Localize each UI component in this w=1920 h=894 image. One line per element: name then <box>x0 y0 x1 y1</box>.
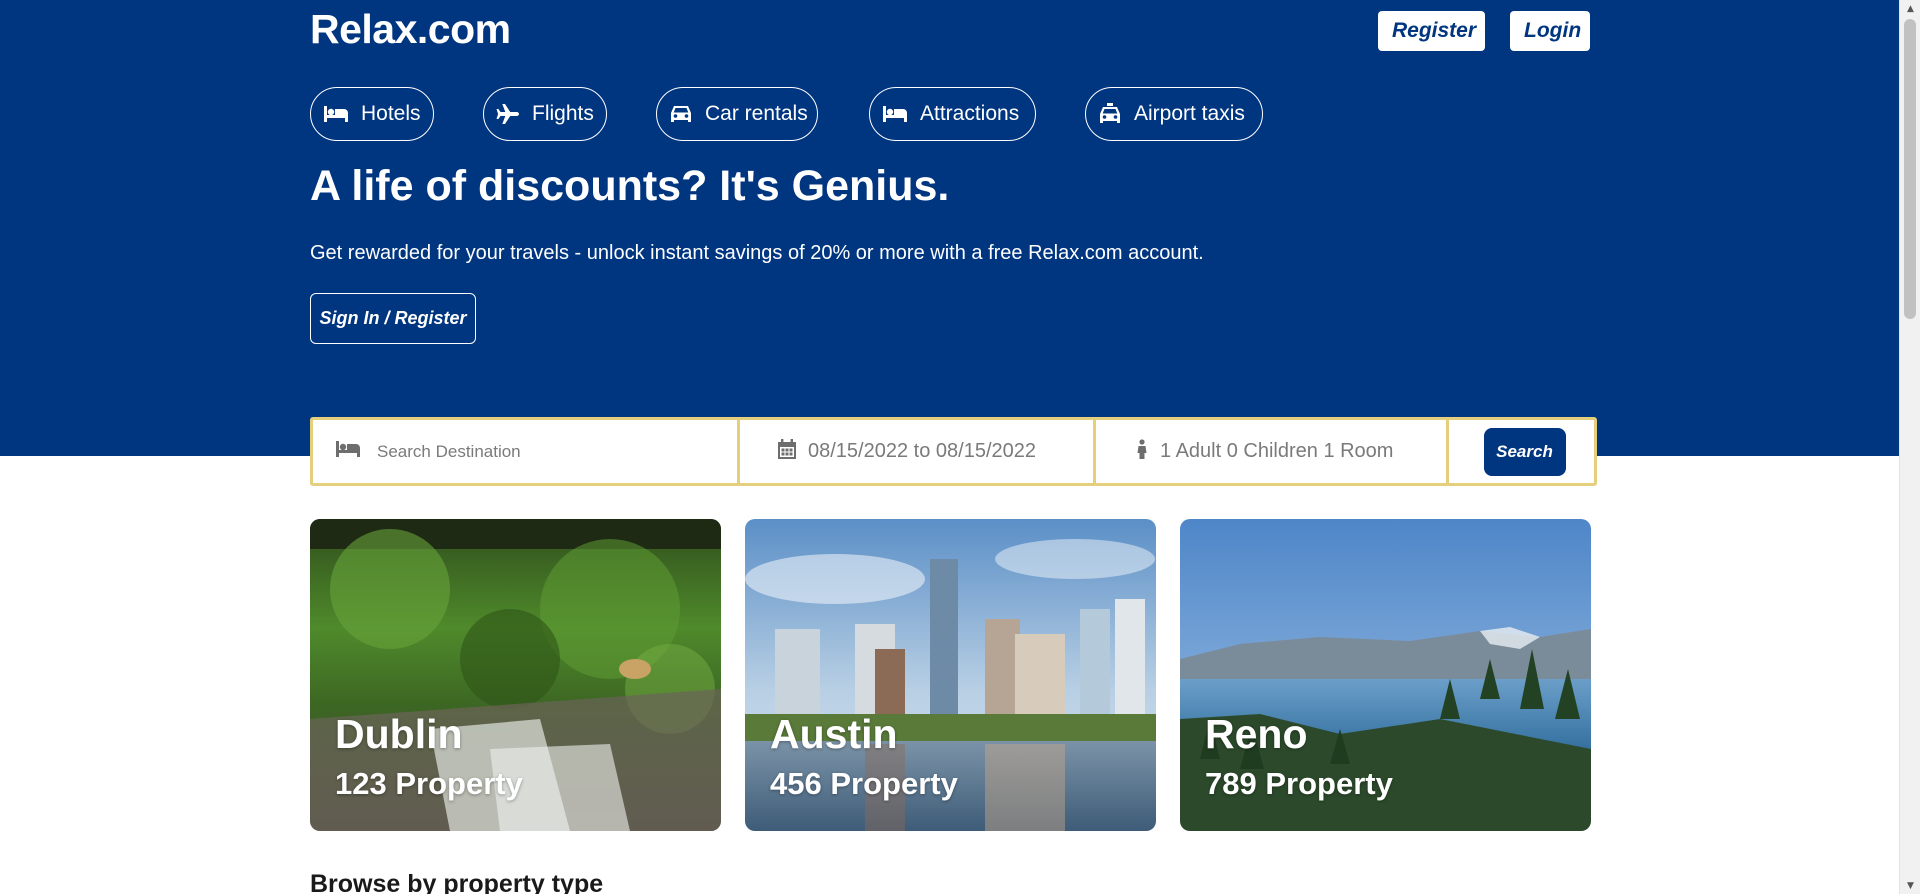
destination-card-reno[interactable]: Reno 789 Property <box>1180 519 1591 831</box>
calendar-icon <box>778 439 796 464</box>
destination-card-dublin[interactable]: Dublin 123 Property <box>310 519 721 831</box>
nav-item-car-rentals[interactable]: Car rentals <box>656 87 818 141</box>
register-button[interactable]: Register <box>1378 11 1485 51</box>
scroll-up-arrow-icon[interactable]: ▲ <box>1900 0 1920 17</box>
scroll-down-arrow-icon[interactable]: ▼ <box>1900 877 1920 894</box>
destination-input[interactable] <box>375 440 715 463</box>
vertical-scrollbar[interactable]: ▲ ▼ <box>1899 0 1920 894</box>
page: Relax.com Register Login Hotels Flights <box>0 0 1920 894</box>
guests-field[interactable]: 1 Adult 0 Children 1 Room <box>1096 420 1449 483</box>
nav-item-attractions[interactable]: Attractions <box>869 87 1036 141</box>
bed-icon <box>882 103 908 125</box>
nav-item-airport-taxis[interactable]: Airport taxis <box>1085 87 1263 141</box>
scrollbar-thumb[interactable] <box>1904 19 1916 319</box>
nav-item-label: Attractions <box>920 102 1020 125</box>
nav-item-label: Airport taxis <box>1134 102 1245 125</box>
destination-card-austin[interactable]: Austin 456 Property <box>745 519 1156 831</box>
hero-subline: Get rewarded for your travels - unlock i… <box>310 242 1204 264</box>
destination-city: Reno <box>1205 711 1308 757</box>
bed-icon <box>335 439 361 464</box>
site-logo[interactable]: Relax.com <box>310 6 511 53</box>
search-bar: 08/15/2022 to 08/15/2022 1 Adult 0 Child… <box>310 417 1597 486</box>
destination-property-count: 789 Property <box>1205 766 1393 801</box>
hero-headline: A life of discounts? It's Genius. <box>310 162 950 210</box>
destination-city: Dublin <box>335 711 463 757</box>
bed-icon <box>323 103 349 125</box>
destination-field[interactable] <box>313 420 740 483</box>
destination-property-count: 123 Property <box>335 766 523 801</box>
search-button[interactable]: Search <box>1483 427 1566 476</box>
destination-city: Austin <box>770 711 898 757</box>
nav-item-label: Hotels <box>361 102 421 125</box>
plane-icon <box>496 103 520 125</box>
search-button-cell: Search <box>1449 420 1594 483</box>
date-range-field[interactable]: 08/15/2022 to 08/15/2022 <box>740 420 1096 483</box>
nav-item-flights[interactable]: Flights <box>483 87 607 141</box>
hero-banner: Relax.com Register Login Hotels Flights <box>0 0 1899 456</box>
nav-item-label: Flights <box>532 102 594 125</box>
nav-item-hotels[interactable]: Hotels <box>310 87 434 141</box>
sign-in-register-button[interactable]: Sign In / Register <box>310 293 476 344</box>
car-icon <box>669 103 693 125</box>
browse-property-type-title: Browse by property type <box>310 870 604 894</box>
login-button[interactable]: Login <box>1510 11 1590 51</box>
taxi-icon <box>1098 103 1122 125</box>
person-icon <box>1136 439 1148 464</box>
guests-value: 1 Adult 0 Children 1 Room <box>1160 440 1394 462</box>
date-range-value: 08/15/2022 to 08/15/2022 <box>808 440 1036 462</box>
nav-item-label: Car rentals <box>705 102 808 125</box>
destination-property-count: 456 Property <box>770 766 958 801</box>
